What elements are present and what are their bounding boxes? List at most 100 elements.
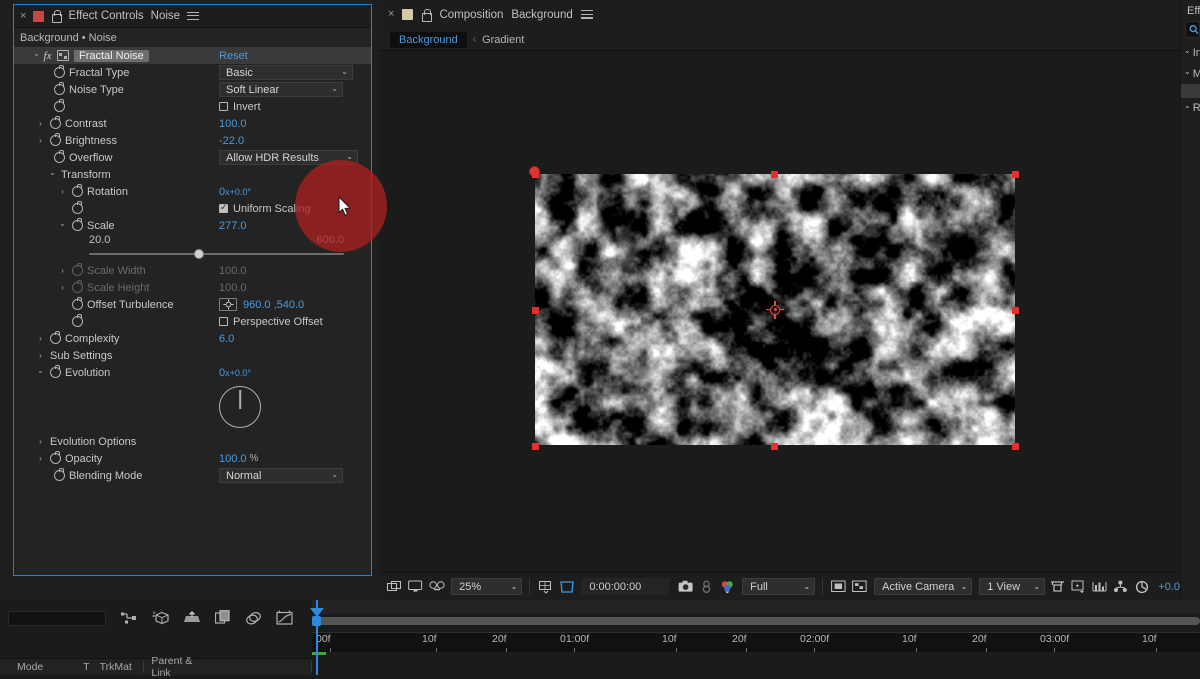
effect-controls-tab-item[interactable]: Noise xyxy=(151,10,180,22)
close-icon[interactable]: × xyxy=(20,10,26,22)
playhead[interactable] xyxy=(310,600,324,675)
effect-controls-tab-label[interactable]: Effect Controls xyxy=(68,10,143,22)
work-area-band[interactable] xyxy=(312,614,1200,632)
chevron-right-icon[interactable] xyxy=(36,119,45,128)
enable-motion-blur-icon[interactable] xyxy=(182,608,201,627)
view-tab-gradient[interactable]: Gradient xyxy=(482,34,524,46)
reset-button[interactable]: Reset xyxy=(219,50,248,62)
invert-checkbox[interactable] xyxy=(219,102,228,111)
group-row-evolution-options[interactable]: Evolution Options xyxy=(14,433,371,450)
chevron-down-icon[interactable] xyxy=(58,221,67,230)
fast-previews-icon[interactable] xyxy=(1070,577,1087,596)
evolution-dial[interactable] xyxy=(219,386,261,428)
stopwatch-icon[interactable] xyxy=(54,65,65,78)
layer-bounding-box[interactable] xyxy=(529,166,1019,450)
resize-handle-tr[interactable] xyxy=(1011,170,1019,178)
pixel-aspect-correction-icon[interactable] xyxy=(1049,577,1066,596)
resize-handle-bl[interactable] xyxy=(531,443,539,450)
resize-handle-ml[interactable] xyxy=(531,307,539,314)
chevron-right-icon[interactable] xyxy=(36,334,45,343)
region-of-interest-icon[interactable] xyxy=(558,577,575,596)
monitor-icon[interactable] xyxy=(407,577,424,596)
evolution-degrees[interactable]: x+0.0 xyxy=(225,368,247,378)
resize-handle-mr[interactable] xyxy=(1011,307,1019,314)
timeline-graph-icon[interactable] xyxy=(1091,577,1108,596)
panel-menu-icon[interactable] xyxy=(187,11,200,21)
brainstorm-icon[interactable] xyxy=(213,608,232,627)
stopwatch-icon[interactable] xyxy=(50,365,61,378)
exposure-reset-icon[interactable] xyxy=(1133,577,1150,596)
close-icon[interactable]: × xyxy=(388,9,394,20)
composition-tab-item[interactable]: Background xyxy=(511,9,572,21)
stopwatch-icon[interactable] xyxy=(54,468,65,481)
work-area-bar[interactable] xyxy=(312,617,1200,625)
brightness-value[interactable]: -22.0 xyxy=(219,135,244,147)
group-row-sub-settings[interactable]: Sub Settings xyxy=(14,347,371,364)
perspective-offset-checkbox[interactable] xyxy=(219,317,228,326)
scale-slider-track[interactable] xyxy=(89,249,344,259)
opacity-value[interactable]: 100.0 xyxy=(219,453,247,465)
complexity-value[interactable]: 6.0 xyxy=(219,333,234,345)
effect-header-row[interactable]: fx Fractal Noise Reset xyxy=(14,47,371,64)
composition-tab-label[interactable]: Composition xyxy=(439,9,503,21)
exposure-value[interactable]: +0.0 xyxy=(1158,581,1180,593)
panel-menu-icon[interactable] xyxy=(580,10,593,19)
timeline-ruler[interactable]: 00f 10f 20f 01:00f 10f 20f 02:00f 10f 20f 03:00f 1… xyxy=(310,600,1200,675)
stopwatch-icon[interactable] xyxy=(72,201,83,214)
effects-selected-row[interactable] xyxy=(1181,84,1200,98)
composition-viewer[interactable] xyxy=(380,51,1180,572)
stopwatch-icon[interactable] xyxy=(72,184,83,197)
stopwatch-icon[interactable] xyxy=(54,150,65,163)
stopwatch-icon[interactable] xyxy=(54,82,65,95)
stopwatch-icon[interactable] xyxy=(72,297,83,310)
anchor-point-icon[interactable] xyxy=(766,300,784,319)
effects-category-instagram[interactable]: ⌄ Instagram xyxy=(1181,38,1200,59)
noise-type-dropdown[interactable]: Soft Linear ⌄ xyxy=(219,82,343,97)
chevron-right-icon[interactable] xyxy=(36,136,45,145)
stopwatch-icon[interactable] xyxy=(50,133,61,146)
offset-turbulence-value[interactable]: 960.0 ,540.0 xyxy=(243,299,304,311)
resize-handle-br[interactable] xyxy=(1011,443,1019,450)
transparency-grid-icon[interactable] xyxy=(851,577,868,596)
snapshot-camera-icon[interactable] xyxy=(677,577,694,596)
contrast-value[interactable]: 100.0 xyxy=(219,118,247,130)
resolution-dropdown[interactable]: Full ⌄ xyxy=(742,578,816,595)
zoom-level-dropdown[interactable]: 25% ⌄ xyxy=(451,578,523,595)
graph-editor-toggle-icon[interactable] xyxy=(275,608,294,627)
effects-category-messenger[interactable]: ⌄ Messenger xyxy=(1181,59,1200,80)
resize-handle-tl[interactable] xyxy=(531,170,539,178)
resize-handle-bc[interactable] xyxy=(771,443,778,450)
rotation-degrees[interactable]: x+0.0 xyxy=(225,187,247,197)
crosshair-picker-icon[interactable] xyxy=(219,298,237,311)
graph-editor-icon[interactable] xyxy=(244,608,263,627)
channels-icon[interactable] xyxy=(719,577,736,596)
lock-icon[interactable] xyxy=(51,10,63,23)
chevron-down-icon[interactable] xyxy=(48,170,57,179)
stopwatch-icon[interactable] xyxy=(50,331,61,344)
chevron-down-icon[interactable] xyxy=(36,368,45,377)
scale-slider-knob[interactable] xyxy=(193,249,204,259)
show-snapshot-icon[interactable] xyxy=(698,577,715,596)
chevron-right-icon[interactable] xyxy=(58,187,67,196)
shy-layers-icon[interactable] xyxy=(120,608,139,627)
always-preview-icon[interactable] xyxy=(386,577,403,596)
timeline-layer-area[interactable] xyxy=(312,652,1200,675)
timeline-time-ruler[interactable]: 00f 10f 20f 01:00f 10f 20f 02:00f 10f 20f 03:00f 1… xyxy=(312,632,1200,653)
enable-frame-blending-icon[interactable] xyxy=(151,608,170,627)
views-dropdown[interactable]: 1 View ⌄ xyxy=(979,578,1046,595)
view-tab-background[interactable]: Background xyxy=(390,31,467,48)
effect-toggle-icon[interactable] xyxy=(57,50,69,61)
group-row-transform[interactable]: Transform xyxy=(14,166,371,183)
toggle-mask-paths-icon[interactable] xyxy=(830,577,847,596)
stopwatch-icon[interactable] xyxy=(54,99,65,112)
chevron-right-icon[interactable] xyxy=(36,454,45,463)
chevron-right-icon[interactable] xyxy=(36,437,45,446)
stopwatch-icon[interactable] xyxy=(72,218,83,231)
lock-icon[interactable] xyxy=(421,8,433,22)
stopwatch-icon[interactable] xyxy=(50,116,61,129)
chevron-down-icon[interactable] xyxy=(32,51,41,60)
overflow-dropdown[interactable]: Allow HDR Results ⌄ xyxy=(219,150,358,165)
fractal-type-dropdown[interactable]: Basic ⌄ xyxy=(219,65,353,80)
scale-value[interactable]: 277.0 xyxy=(219,220,247,232)
chevron-right-icon[interactable] xyxy=(36,351,45,360)
